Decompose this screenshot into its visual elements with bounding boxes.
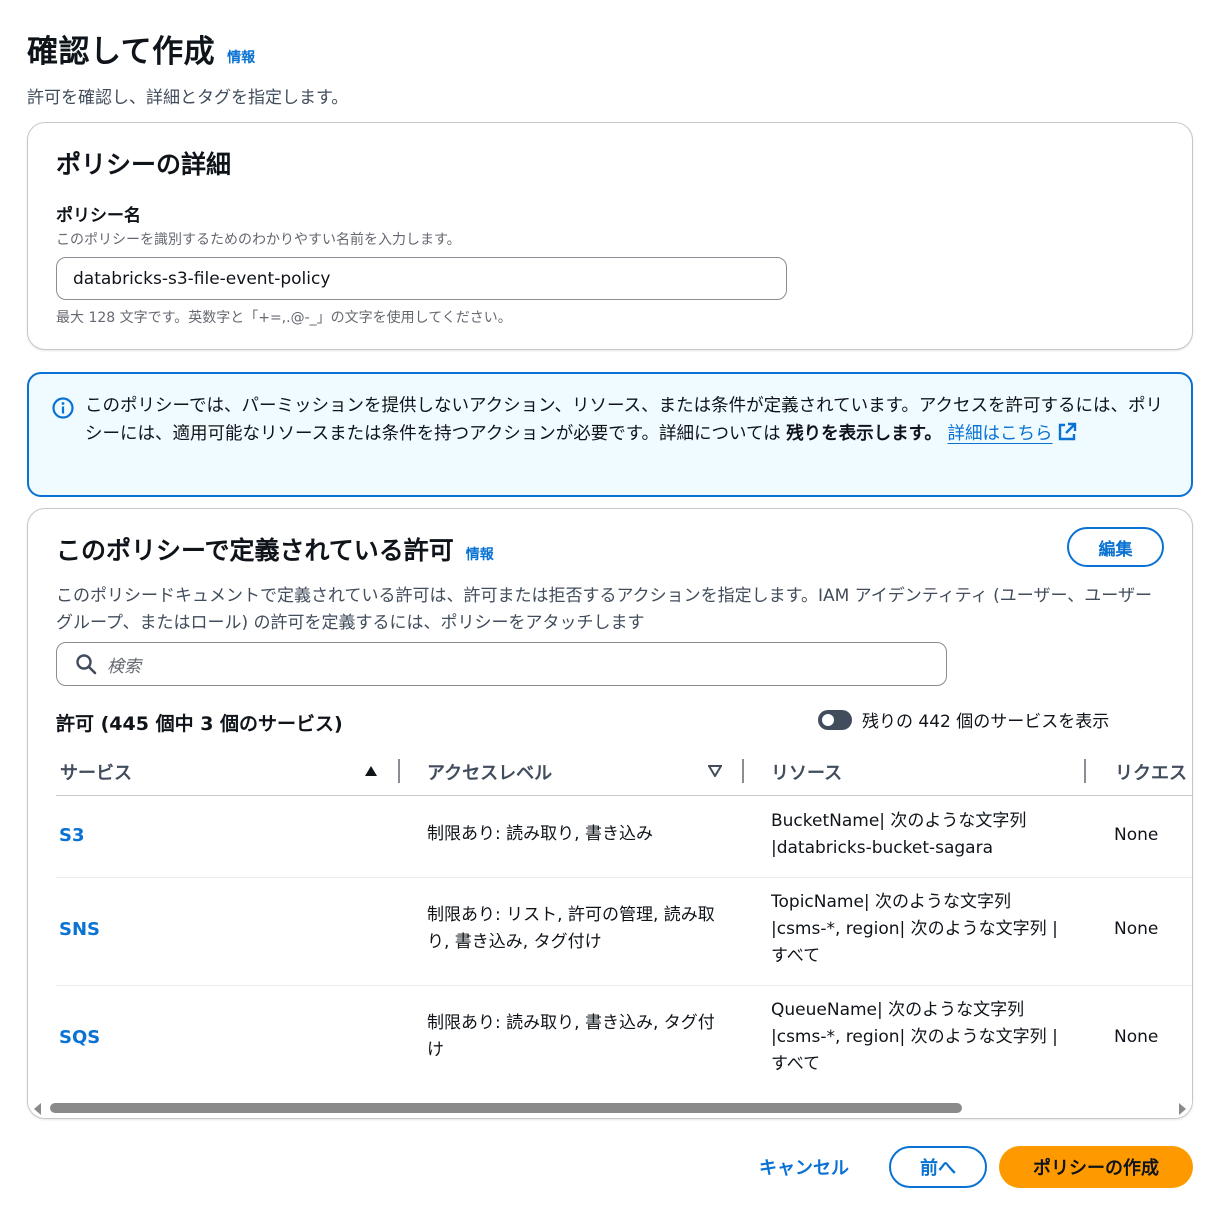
search-input[interactable]: 検索 xyxy=(56,642,947,686)
request-cell: None xyxy=(1114,825,1159,845)
column-header-resource[interactable]: リソース xyxy=(771,759,842,785)
request-cell: None xyxy=(1114,919,1159,939)
scrollbar-thumb[interactable] xyxy=(50,1103,962,1113)
page-title: 確認して作成 xyxy=(27,34,216,70)
permissions-info-link[interactable]: 情報 xyxy=(466,544,494,564)
search-icon xyxy=(76,654,97,675)
permissions-count: 許可 (445 個中 3 個のサービス) xyxy=(56,713,343,735)
resource-cell: TopicName| 次のような文字列 |csms-*, region| 次のよ… xyxy=(771,892,1058,966)
show-remaining-toggle[interactable] xyxy=(818,709,852,730)
permissions-header: このポリシーで定義されている許可 情報 このポリシードキュメントで定義されている… xyxy=(56,531,1164,637)
table-header: サービス アクセスレベル リソース リクエス xyxy=(56,751,1192,796)
table-row: S3 制限あり: 読み取り, 書き込み BucketName| 次のような文字列… xyxy=(56,796,1192,878)
info-alert: このポリシーでは、パーミッションを提供しないアクション、リソース、または条件が定… xyxy=(27,372,1193,497)
permissions-title: このポリシーで定義されている許可 xyxy=(56,536,454,565)
resource-cell: BucketName| 次のような文字列 |databricks-bucket-… xyxy=(771,811,1027,858)
policy-name-constraint: 最大 128 文字です。英数字と「+=,.@-_」の文字を使用してください。 xyxy=(56,310,512,326)
create-policy-button[interactable]: ポリシーの作成 xyxy=(999,1146,1193,1188)
sort-descending-icon[interactable] xyxy=(708,765,722,777)
cancel-button[interactable]: キャンセル xyxy=(759,1154,849,1180)
resource-cell: QueueName| 次のような文字列 |csms-*, region| 次のよ… xyxy=(771,1000,1058,1074)
scrollbar-track[interactable] xyxy=(50,1103,1172,1113)
service-link-sqs[interactable]: SQS xyxy=(59,1024,100,1051)
column-resizer[interactable] xyxy=(398,759,400,783)
header-info-link[interactable]: 情報 xyxy=(227,47,255,67)
table-row: SNS 制限あり: リスト, 許可の管理, 読み取り, 書き込み, タグ付け T… xyxy=(56,878,1192,986)
policy-name-input[interactable]: databricks-s3-file-event-policy xyxy=(56,257,787,300)
policy-name-label: ポリシー名 xyxy=(56,206,141,226)
learn-more-label: 詳細はこちら xyxy=(947,424,1053,444)
learn-more-link[interactable]: 詳細はこちら xyxy=(948,424,1053,444)
column-header-request[interactable]: リクエス xyxy=(1115,759,1187,785)
service-link-sns[interactable]: SNS xyxy=(59,916,100,943)
horizontal-scrollbar[interactable] xyxy=(28,1098,1192,1118)
permissions-table: サービス アクセスレベル リソース リクエス S3 制限あり: 読み取り, 書き… xyxy=(56,751,1192,1094)
external-link-icon xyxy=(1058,422,1076,441)
scroll-left-arrow-icon[interactable] xyxy=(34,1103,41,1115)
footer-actions: キャンセル 前へ ポリシーの作成 xyxy=(759,1146,1193,1188)
search-placeholder: 検索 xyxy=(107,656,141,677)
column-resizer[interactable] xyxy=(1084,759,1086,783)
sort-ascending-icon[interactable] xyxy=(364,765,378,777)
policy-details-title: ポリシーの詳細 xyxy=(56,150,232,179)
alert-bold-text: 残りを表示します。 xyxy=(786,424,942,444)
page-header: 確認して作成 情報 許可を確認し、詳細とタグを指定します。 xyxy=(27,26,348,108)
page-description: 許可を確認し、詳細とタグを指定します。 xyxy=(27,88,349,108)
show-remaining-label: 残りの 442 個のサービスを表示 xyxy=(862,712,1110,732)
access-level-cell: 制限あり: 読み取り, 書き込み, タグ付け xyxy=(427,1013,715,1060)
access-level-cell: 制限あり: リスト, 許可の管理, 読み取り, 書き込み, タグ付け xyxy=(427,905,715,952)
scroll-right-arrow-icon[interactable] xyxy=(1179,1103,1186,1115)
show-remaining-toggle-group: 残りの 442 個のサービスを表示 xyxy=(818,707,1109,732)
edit-button[interactable]: 編集 xyxy=(1067,527,1164,567)
table-row: SQS 制限あり: 読み取り, 書き込み, タグ付け QueueName| 次の… xyxy=(56,986,1192,1094)
policy-details-card: ポリシーの詳細 ポリシー名 このポリシーを識別するためのわかりやすい名前を入力し… xyxy=(27,122,1193,350)
permissions-description: このポリシードキュメントで定義されている許可は、許可または拒否するアクションを指… xyxy=(56,586,1152,633)
previous-button[interactable]: 前へ xyxy=(889,1146,987,1188)
column-header-access-level[interactable]: アクセスレベル xyxy=(427,759,552,785)
service-link-s3[interactable]: S3 xyxy=(59,822,85,849)
access-level-cell: 制限あり: 読み取り, 書き込み xyxy=(427,824,653,844)
column-resizer[interactable] xyxy=(742,759,744,783)
request-cell: None xyxy=(1114,1027,1159,1047)
review-and-create-page: 確認して作成 情報 許可を確認し、詳細とタグを指定します。 ポリシーの詳細 ポリ… xyxy=(0,0,1211,1222)
alert-text: このポリシーでは、パーミッションを提供しないアクション、リソース、または条件が定… xyxy=(85,392,1163,448)
policy-name-description: このポリシーを識別するためのわかりやすい名前を入力します。 xyxy=(56,232,461,248)
column-header-service[interactable]: サービス xyxy=(60,759,132,785)
permissions-card: このポリシーで定義されている許可 情報 このポリシードキュメントで定義されている… xyxy=(27,508,1193,1119)
info-icon xyxy=(52,397,74,419)
